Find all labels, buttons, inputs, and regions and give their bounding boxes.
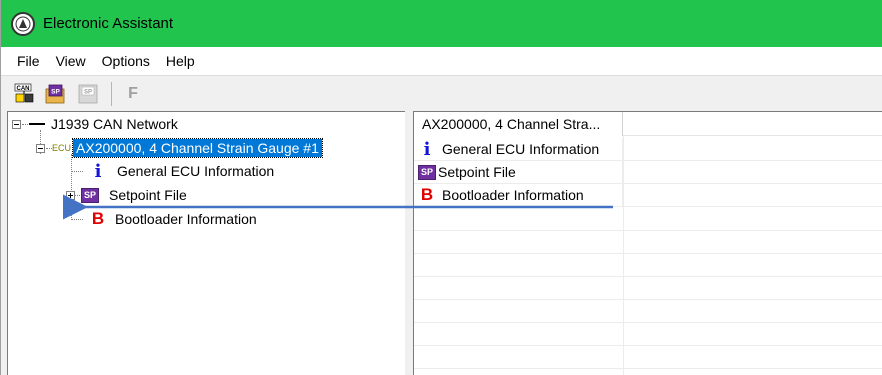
menu-help[interactable]: Help (158, 53, 203, 69)
column-header[interactable]: AX200000, 4 Channel Stra... (414, 112, 623, 136)
list-item-bootloader-information[interactable]: B Bootloader Information (414, 184, 882, 207)
svg-text:SP: SP (84, 89, 92, 95)
f-button[interactable]: F (120, 81, 146, 107)
toolbar-separator (111, 81, 112, 106)
tree-node-label: General ECU Information (117, 163, 275, 179)
bootloader-icon: B (420, 185, 434, 204)
setpoint-icon: SP (418, 164, 436, 180)
app-logo-icon (11, 11, 35, 36)
grid-line (414, 253, 882, 254)
list-item-general-ecu-information[interactable]: i General ECU Information (414, 138, 882, 161)
info-icon: i (423, 138, 431, 160)
list-item-label: Bootloader Information (442, 187, 584, 203)
tree-view[interactable]: J1939 CAN Network ECU AX200000, 4 Channe… (7, 111, 405, 375)
tree-node-label: Setpoint File (109, 187, 187, 203)
collapse-toggle-icon[interactable] (12, 119, 21, 129)
f-button-label: F (128, 84, 138, 102)
tree-node-setpoint-file[interactable]: SP Setpoint File (66, 184, 187, 206)
setpoint-icon: SP (81, 187, 99, 203)
menu-view[interactable]: View (48, 53, 94, 69)
menu-bar: File View Options Help (1, 47, 882, 75)
grid-line (414, 322, 882, 323)
window-title: Electronic Assistant (43, 15, 174, 32)
save-setpoint-button[interactable]: SP (75, 81, 101, 107)
menu-options[interactable]: Options (94, 53, 158, 69)
grid-line (414, 276, 882, 277)
tree-node-general-ecu-information[interactable]: i General ECU Information (71, 160, 274, 182)
tree-node-ecu[interactable]: ECU AX200000, 4 Channel Strain Gauge #1 (36, 137, 323, 159)
grid-line (414, 368, 882, 369)
grid-line (414, 299, 882, 300)
grid-line (414, 230, 882, 231)
can-connect-button[interactable]: CAN (11, 81, 37, 107)
svg-text:CAN: CAN (17, 86, 30, 92)
toolbar: CAN SP SP F (1, 75, 882, 111)
tree-node-label-selected: AX200000, 4 Channel Strain Gauge #1 (72, 138, 323, 158)
info-icon: i (94, 160, 102, 182)
tree-node-root[interactable]: J1939 CAN Network (12, 113, 178, 135)
tree-node-label: Bootloader Information (115, 211, 257, 227)
expand-toggle-icon[interactable] (66, 190, 75, 200)
pane-splitter[interactable] (405, 111, 413, 375)
ecu-icon: ECU (52, 143, 72, 153)
can-network-icon: CAN (14, 83, 34, 102)
title-bar: Electronic Assistant (1, 0, 882, 47)
grid-column-divider (623, 136, 624, 375)
bootloader-icon: B (91, 209, 105, 228)
grid-line (414, 345, 882, 346)
list-item-label: General ECU Information (442, 141, 600, 157)
tree-node-label: J1939 CAN Network (51, 116, 178, 132)
list-item-label: Setpoint File (438, 164, 516, 180)
app-window: Electronic Assistant File View Options H… (0, 0, 882, 375)
menu-file[interactable]: File (9, 53, 48, 69)
collapse-toggle-icon[interactable] (36, 143, 45, 153)
list-item-setpoint-file[interactable]: SP Setpoint File (414, 161, 882, 184)
save-setpoint-icon: SP (78, 84, 98, 103)
open-setpoint-button[interactable]: SP (43, 81, 69, 107)
list-header: AX200000, 4 Channel Stra... (414, 112, 882, 136)
svg-text:SP: SP (51, 88, 60, 95)
network-line-icon (29, 123, 45, 125)
tree-node-bootloader-information[interactable]: B Bootloader Information (71, 208, 257, 230)
open-setpoint-icon: SP (45, 84, 65, 103)
list-view[interactable]: AX200000, 4 Channel Stra... i General EC… (413, 111, 882, 375)
